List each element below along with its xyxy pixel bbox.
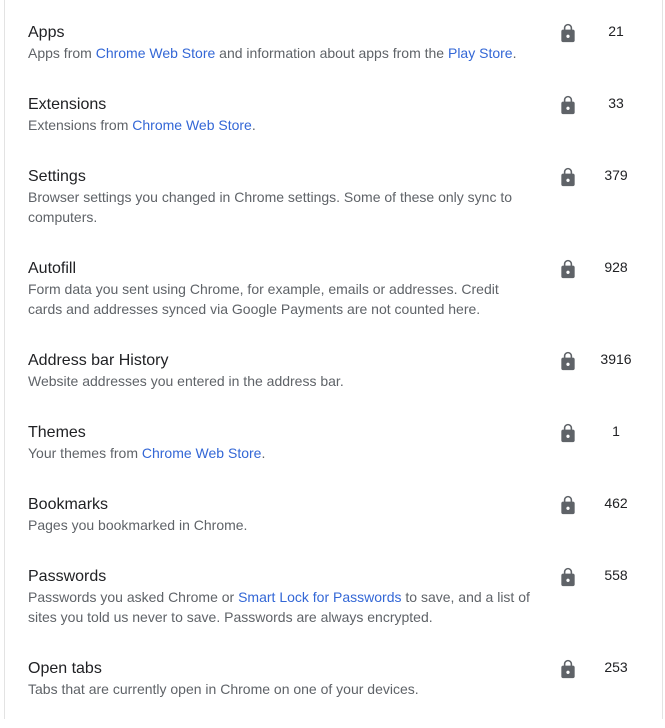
lock-icon [558,258,578,280]
sync-item-count: 379 [604,167,628,183]
link-chrome-web-store[interactable]: Chrome Web Store [132,117,252,133]
lock-icon [558,94,578,116]
sync-item-description: Browser settings you changed in Chrome s… [28,187,533,227]
description-text: . [251,117,256,133]
lock-icon [558,658,578,680]
description-text: Website addresses you entered in the add… [28,373,344,389]
sync-item-count: 253 [604,659,628,675]
sync-item-description: Website addresses you entered in the add… [28,371,533,391]
sync-item-description: Extensions from Chrome Web Store. [28,115,533,135]
sync-item-title: Address bar History [28,352,169,369]
sync-item-title: Themes [28,424,86,441]
sync-item-count: 462 [604,495,628,511]
sync-item-count: 3916 [600,351,632,367]
sync-item-count: 1 [612,423,620,439]
description-text: Browser settings you changed in Chrome s… [28,189,513,225]
description-text: Tabs that are currently open in Chrome o… [28,681,419,697]
sync-item-address-bar-history: Address bar History Website addresses you… [5,350,662,420]
link-smart-lock-for-passwords[interactable]: Smart Lock for Passwords [238,589,401,605]
sync-item-count: 21 [608,23,624,39]
link-chrome-web-store[interactable]: Chrome Web Store [96,45,216,61]
sync-item-description: Form data you sent using Chrome, for exa… [28,279,533,319]
sync-item-count: 558 [604,567,628,583]
sync-item-title: Apps [28,24,65,41]
sync-item-extensions: Extensions Extensions from Chrome Web Sto… [5,94,662,164]
description-text: Passwords you asked Chrome or [28,589,239,605]
sync-item-bookmarks: Bookmarks Pages you bookmarked in Chrome.… [5,494,662,564]
lock-icon [558,422,578,444]
sync-data-card: Apps Apps from Chrome Web Store and infor… [4,0,663,719]
sync-item-themes: Themes Your themes from Chrome Web Store.… [5,422,662,492]
description-text: Apps from [28,45,96,61]
description-text: . [261,445,266,461]
sync-item-title: Settings [28,168,86,185]
description-text: Pages you bookmarked in Chrome. [28,517,248,533]
lock-icon [558,494,578,516]
sync-item-title: Bookmarks [28,496,109,513]
link-chrome-web-store[interactable]: Chrome Web Store [142,445,262,461]
sync-item-description: Apps from Chrome Web Store and informati… [28,43,533,63]
description-text: and information about apps from the [215,45,448,61]
sync-item-open-tabs: Open tabs Tabs that are currently open in… [5,658,662,728]
sync-item-description: Tabs that are currently open in Chrome o… [28,679,533,699]
sync-item-description: Passwords you asked Chrome or Smart Lock… [28,587,533,627]
sync-item-settings: Settings Browser settings you changed in … [5,166,662,236]
sync-item-description: Pages you bookmarked in Chrome. [28,515,533,535]
lock-icon [558,350,578,372]
sync-item-title: Autofill [28,260,77,277]
link-play-store[interactable]: Play Store [448,45,513,61]
sync-item-title: Open tabs [28,660,102,677]
description-text: Extensions from [28,117,133,133]
sync-item-description: Your themes from Chrome Web Store. [28,443,533,463]
description-text: Form data you sent using Chrome, for exa… [28,281,499,317]
description-text: Your themes from [28,445,142,461]
lock-icon [558,566,578,588]
sync-item-autofill: Autofill Form data you sent using Chrome,… [5,258,662,328]
sync-item-apps: Apps Apps from Chrome Web Store and infor… [5,22,662,92]
sync-item-count: 33 [608,95,624,111]
description-text: . [512,45,517,61]
sync-item-title: Passwords [28,568,107,585]
lock-icon [558,166,578,188]
sync-item-title: Extensions [28,96,107,113]
lock-icon [558,22,578,44]
sync-item-passwords: Passwords Passwords you asked Chrome or S… [5,566,662,636]
sync-item-count: 928 [604,259,628,275]
